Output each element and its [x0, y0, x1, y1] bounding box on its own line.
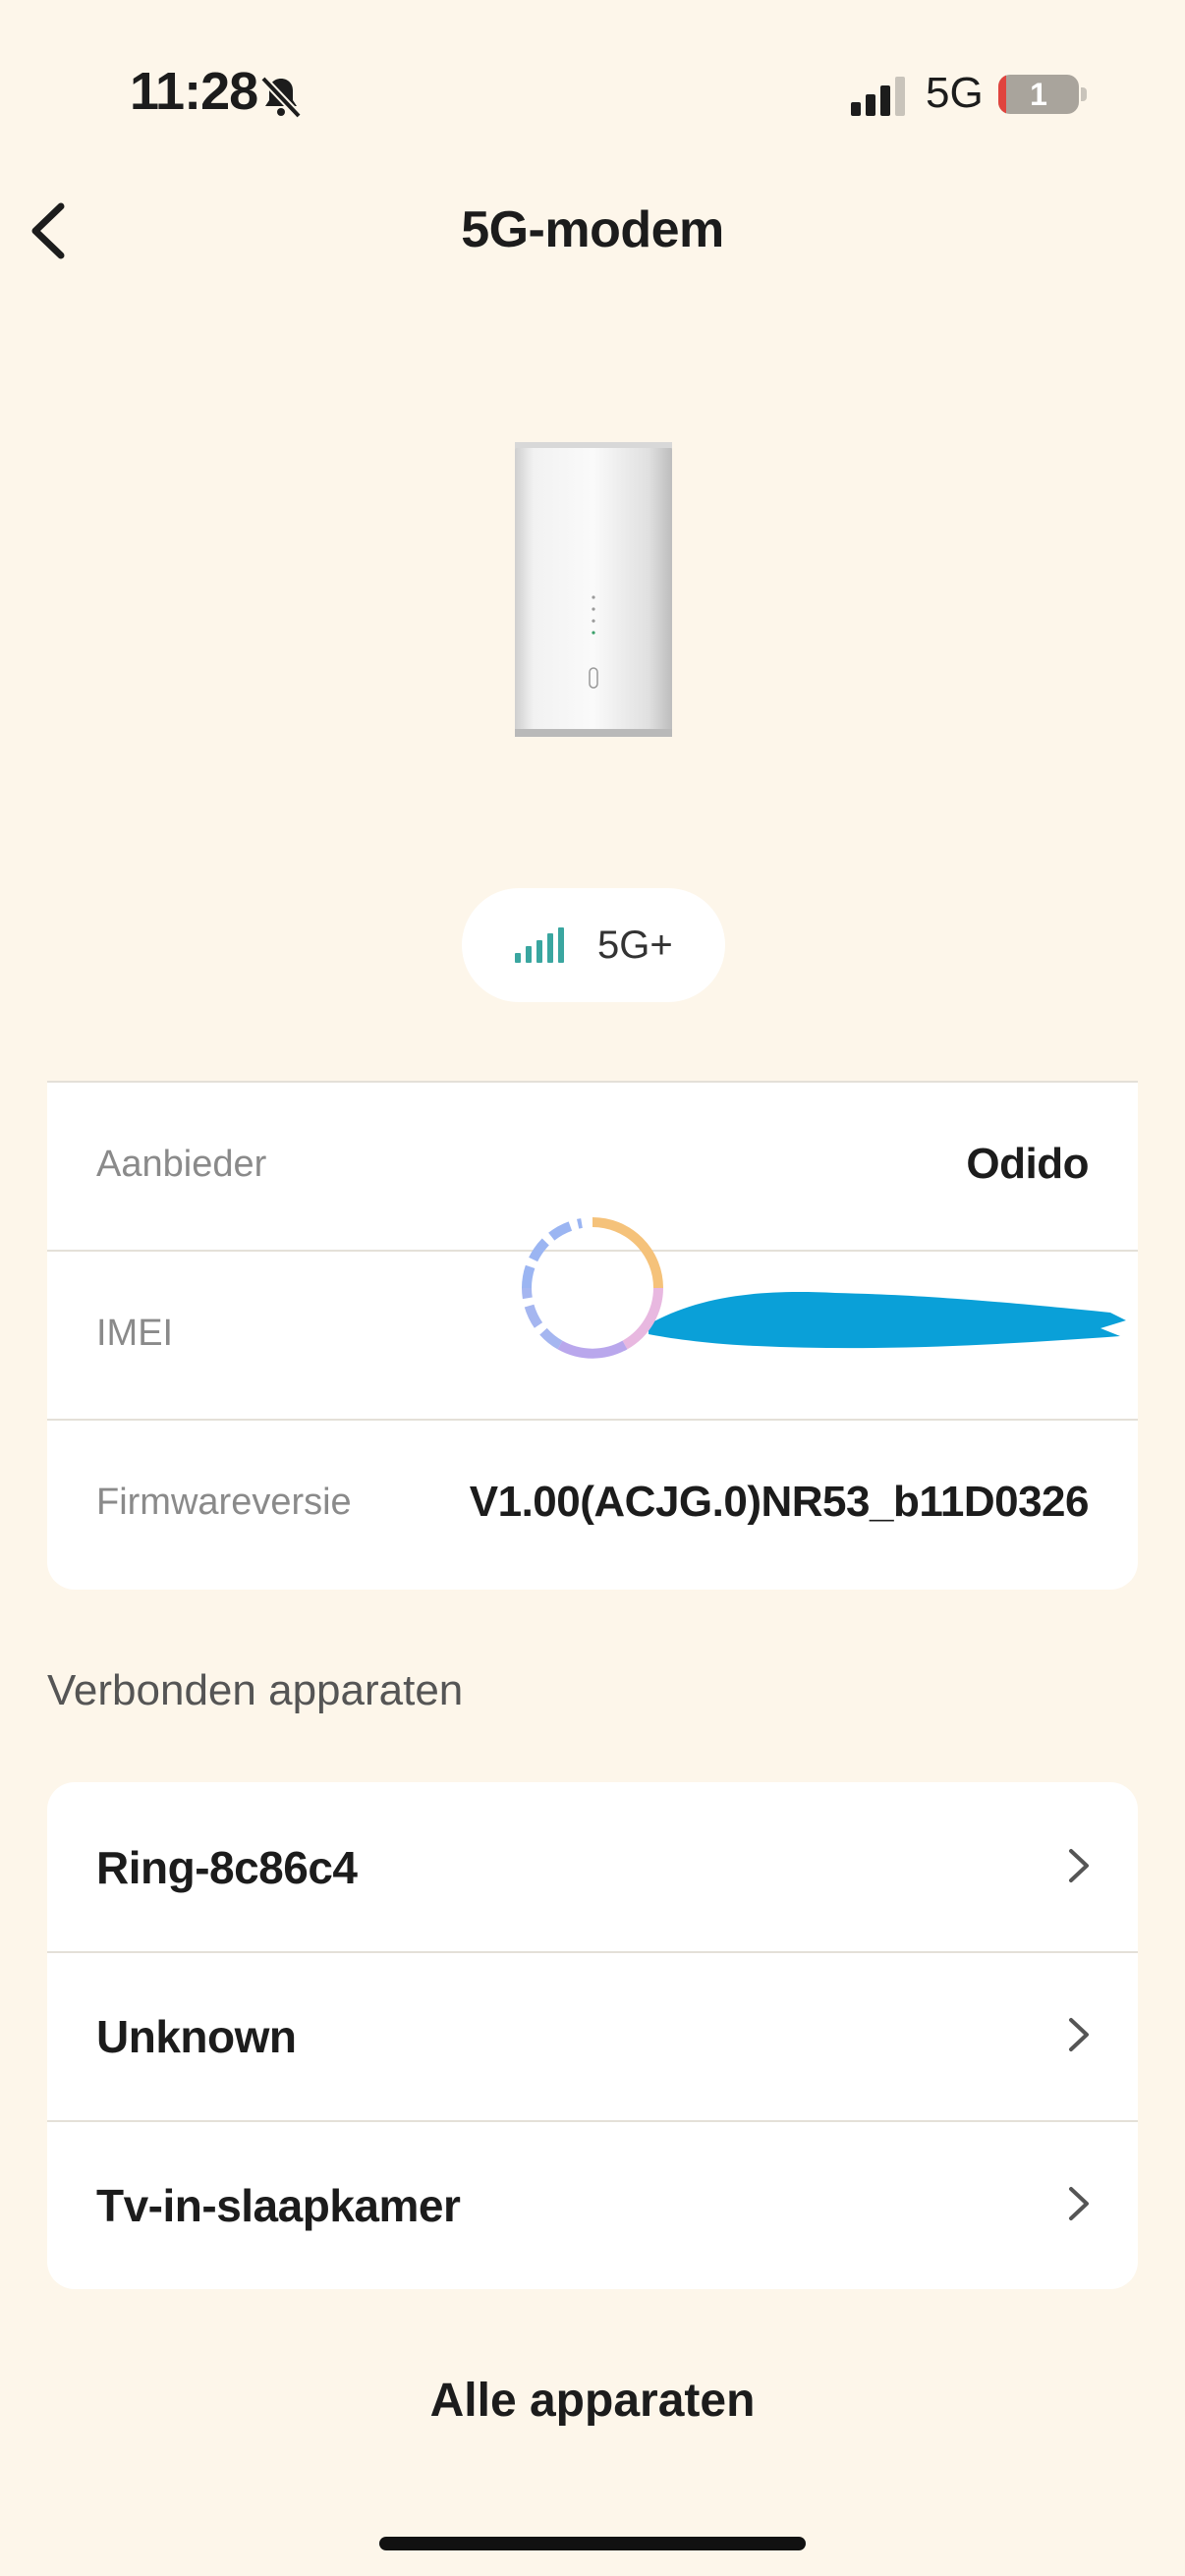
signal-pill [462, 888, 725, 1002]
info-row-firmware: Firmwareversie V1.00(ACJG.0)NR53_b11D032… [47, 1419, 1138, 1588]
chevron-right-icon [1069, 2018, 1089, 2051]
battery-icon: 1 [998, 75, 1079, 114]
info-label: Aanbieder [96, 1144, 267, 1185]
info-label: Firmwareversie [96, 1482, 352, 1523]
device-row[interactable]: Unknown [47, 1951, 1138, 2120]
device-row[interactable]: Tv-in-slaapkamer [47, 2120, 1138, 2289]
signal-strength-icon [515, 927, 564, 963]
info-label: IMEI [96, 1313, 174, 1354]
device-name: Unknown [96, 2011, 297, 2062]
bell-muted-icon [260, 76, 302, 119]
battery-cap [1081, 87, 1087, 101]
modem-image [515, 442, 672, 737]
status-time: 11:28 [130, 62, 258, 121]
redaction-mark [649, 1292, 1126, 1349]
loading-spinner [522, 1217, 663, 1359]
chevron-right-icon [1069, 2187, 1089, 2220]
chevron-right-icon [1069, 1849, 1089, 1882]
signal-label: 5G+ [597, 924, 673, 967]
cellular-signal-icon [851, 77, 905, 116]
info-value: Odido [966, 1140, 1089, 1188]
battery-level: 1 [1030, 77, 1047, 112]
network-type: 5G [926, 69, 984, 117]
device-name: Ring-8c86c4 [96, 1842, 358, 1893]
page-title: 5G-modem [461, 201, 724, 258]
device-row[interactable]: Ring-8c86c4 [47, 1782, 1138, 1951]
section-title-connected-devices: Verbonden apparaten [47, 1666, 464, 1714]
all-devices-link[interactable]: Alle apparaten [0, 2374, 1185, 2428]
info-value: V1.00(ACJG.0)NR53_b11D0326 [469, 1478, 1090, 1526]
devices-card: Ring-8c86c4 Unknown Tv-in-slaapkamer [47, 1782, 1138, 2289]
home-indicator[interactable] [379, 2537, 806, 2550]
device-name: Tv-in-slaapkamer [96, 2180, 461, 2231]
